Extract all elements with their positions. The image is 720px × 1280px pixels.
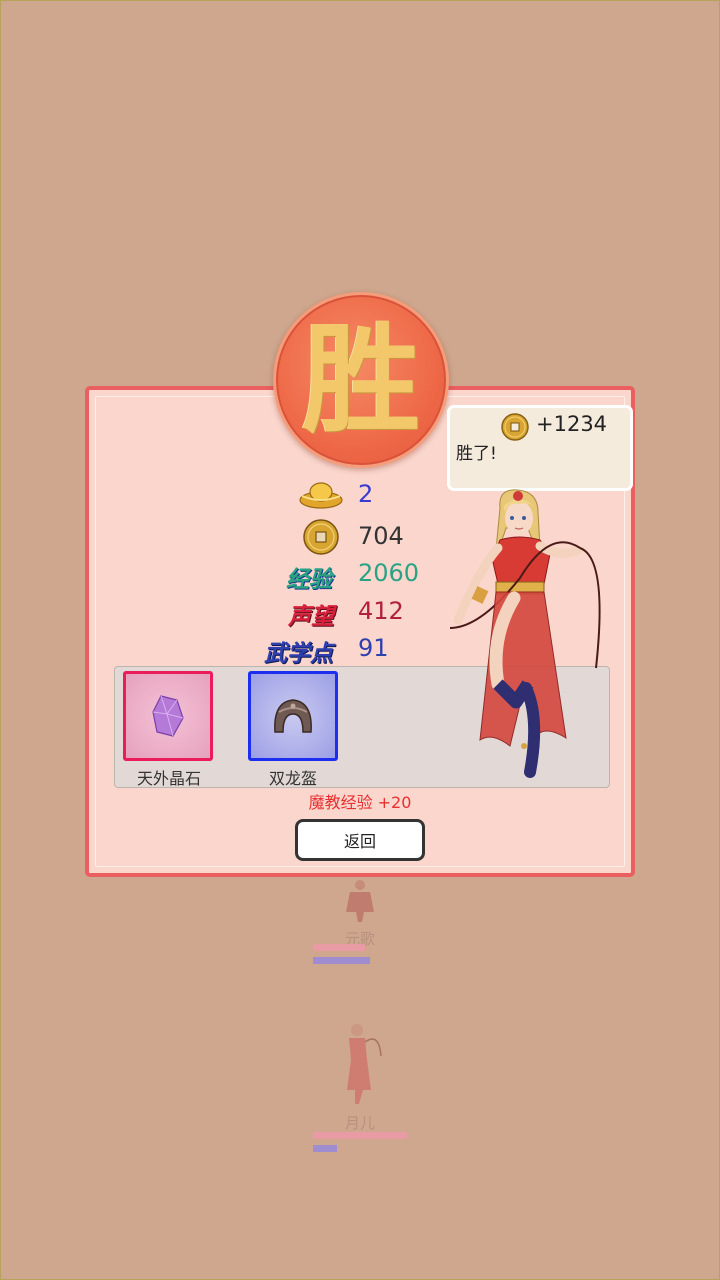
bubble-text: 胜了! (456, 444, 497, 464)
loot-name-crystal: 天外晶石 (136, 769, 201, 788)
victory-glyph: 胜 (301, 310, 420, 449)
unit-yueer: 月儿 (300, 1020, 420, 1133)
fame-value: 412 (358, 597, 404, 625)
martial-points-value: 91 (358, 634, 389, 662)
unit-yueer-mp-bar (313, 1145, 337, 1152)
unit-yuange-mp-bar (313, 957, 370, 964)
crystal-icon (152, 695, 184, 737)
coin-reward: +1234 (536, 412, 608, 436)
sect-exp-gain: 魔教经验 +20 (308, 793, 412, 812)
coin-icon (501, 413, 529, 441)
exp-label: 经验 (286, 566, 332, 593)
unit-name: 月儿 (344, 1114, 375, 1132)
unit-yuange-figure (346, 880, 374, 922)
exp-value: 2060 (358, 559, 420, 587)
loot-name-helmet: 双龙盔 (268, 769, 317, 788)
helmet-icon (274, 699, 312, 733)
unit-yueer-hp-bar (313, 1132, 407, 1139)
victory-seal: 胜 (273, 292, 449, 468)
coin-icon (303, 519, 339, 555)
unit-yuange-hp-bar (313, 944, 365, 951)
unit-yueer-figure (347, 1024, 382, 1104)
loot-slot-crystal[interactable] (123, 671, 213, 761)
back-button[interactable]: 返回 (295, 819, 425, 861)
loot-slot-helmet[interactable] (248, 671, 338, 761)
heroine-portrait (449, 489, 601, 778)
gold-ingot-icon (299, 482, 343, 509)
fame-label: 声望 (288, 603, 334, 630)
gold-ingot-value: 2 (358, 480, 374, 508)
speech-bubble: +1234 胜了! (447, 405, 633, 491)
coins-value: 704 (358, 522, 404, 550)
unit-yuange: 元歌 (300, 878, 420, 949)
martial-points-label: 武学点 (264, 640, 333, 667)
